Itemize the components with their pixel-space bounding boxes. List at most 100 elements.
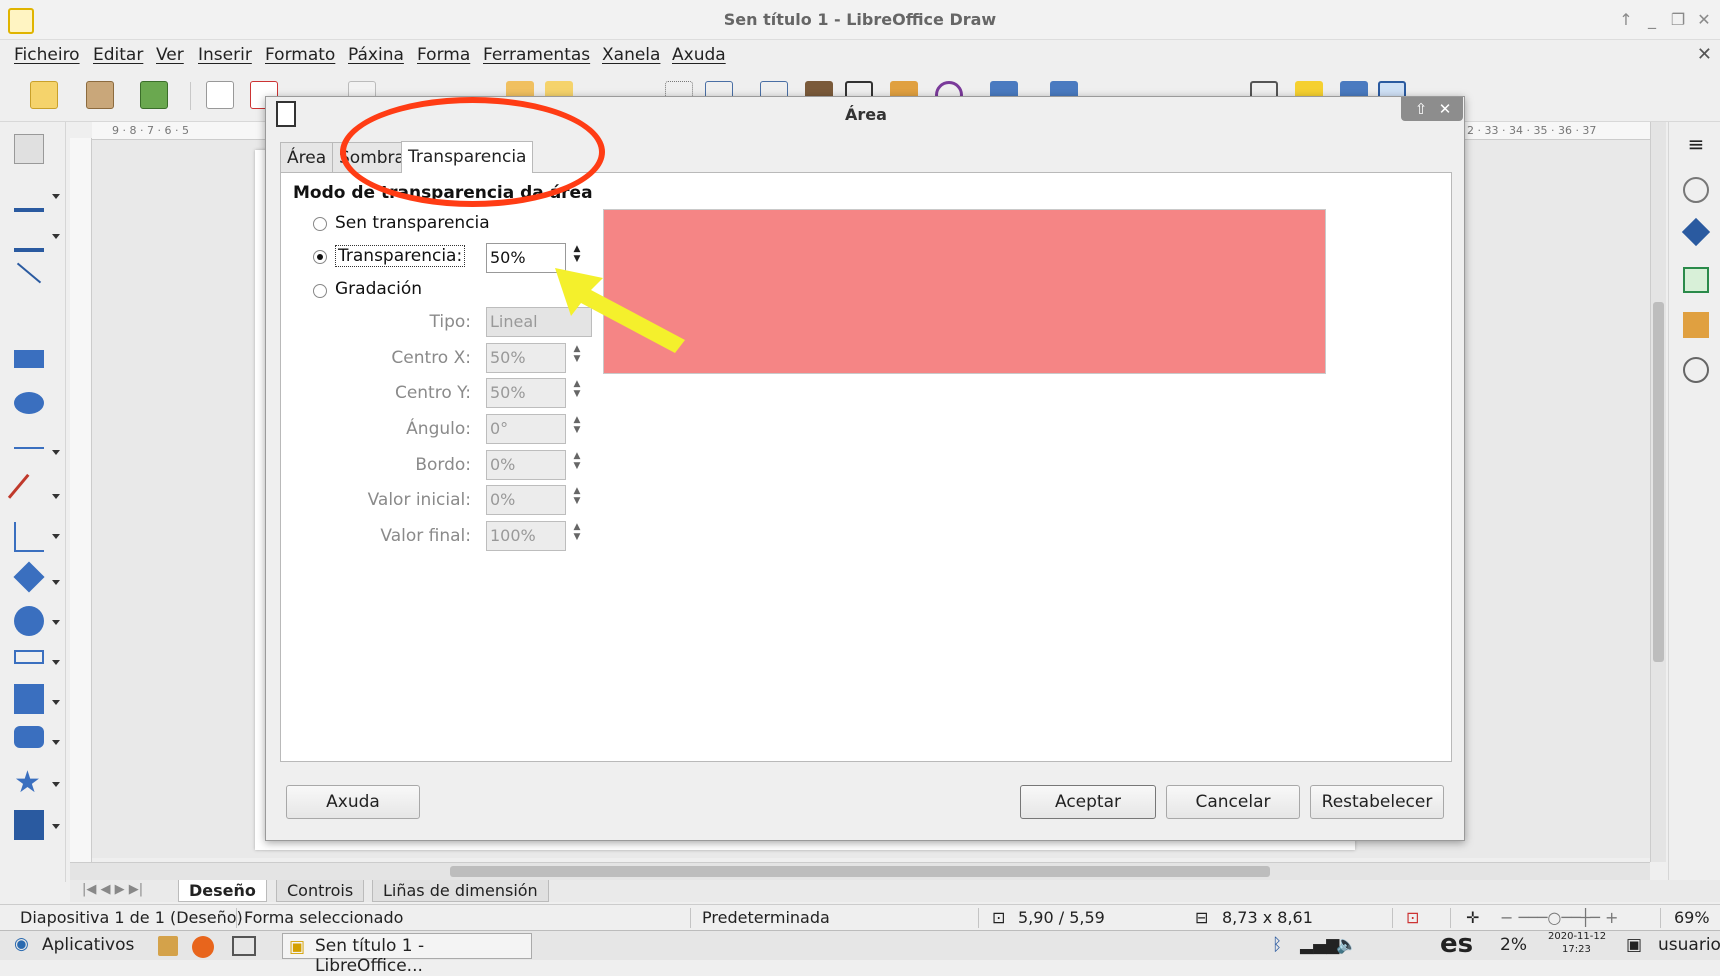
- tab-dimension-lines[interactable]: Liñas de dimensión: [372, 880, 549, 902]
- tab-layout[interactable]: Deseño: [178, 880, 267, 902]
- cancel-button[interactable]: Cancelar: [1166, 785, 1300, 819]
- label-gradient[interactable]: Gradación: [335, 279, 422, 299]
- callouts-icon[interactable]: [14, 726, 44, 748]
- properties-icon[interactable]: [1683, 177, 1709, 203]
- vertical-scrollbar[interactable]: [1650, 122, 1666, 862]
- ellipse-tool-icon[interactable]: [14, 392, 44, 414]
- clock-time[interactable]: 17:23: [1562, 944, 1591, 955]
- status-bar: Diapositiva 1 de 1 (Deseño) Forma selecc…: [0, 904, 1720, 930]
- styles-icon[interactable]: [1683, 267, 1709, 293]
- end-value-spinner[interactable]: ▲ ▼: [571, 522, 583, 550]
- user-icon[interactable]: ▣: [1626, 935, 1642, 955]
- transparency-preview: [603, 209, 1326, 374]
- minimize-icon[interactable]: _: [1642, 10, 1662, 30]
- menu-file[interactable]: Ficheiro: [14, 45, 80, 65]
- border-field[interactable]: 0%: [486, 450, 566, 480]
- window-up-icon[interactable]: ↑: [1616, 10, 1636, 30]
- 3d-objects-icon[interactable]: [14, 810, 44, 840]
- menu-format[interactable]: Formato: [265, 45, 335, 65]
- label-border: Bordo:: [415, 455, 471, 475]
- shapes-deck-icon[interactable]: [1681, 217, 1711, 247]
- menu-edit[interactable]: Editar: [93, 45, 143, 65]
- user-name[interactable]: usuario: [1658, 935, 1720, 955]
- label-center-y: Centro Y:: [394, 383, 471, 403]
- zoom-slider[interactable]: − ───○──┼─ +: [1500, 908, 1618, 927]
- text-editor-icon[interactable]: [232, 936, 256, 956]
- label-no-transparency[interactable]: Sen transparencia: [335, 213, 490, 233]
- reset-button[interactable]: Restabelecer: [1310, 785, 1444, 819]
- menu-tools[interactable]: Ferramentas: [483, 45, 590, 65]
- save-icon[interactable]: [140, 81, 168, 109]
- block-arrows-icon[interactable]: [14, 650, 44, 664]
- rectangle-tool-icon[interactable]: [14, 350, 44, 368]
- status-selection: Forma seleccionado: [244, 908, 404, 927]
- gallery-icon[interactable]: [1683, 312, 1709, 338]
- tab-transparency[interactable]: Transparencia: [401, 141, 534, 173]
- sidebar-menu-icon[interactable]: ≡: [1683, 132, 1709, 158]
- apps-menu-icon[interactable]: ◉: [14, 934, 29, 954]
- line-tool-icon[interactable]: [16, 262, 42, 284]
- doc-modified-icon[interactable]: ⊡: [1406, 908, 1419, 927]
- connector-icon[interactable]: [14, 522, 44, 552]
- menu-page[interactable]: Páxina: [348, 45, 404, 65]
- tab-controls[interactable]: Controis: [276, 880, 365, 902]
- curve-tool-icon[interactable]: [7, 473, 51, 517]
- dialog-roll-up-icon[interactable]: ⇧: [1411, 99, 1431, 119]
- menu-view[interactable]: Ver: [156, 45, 184, 65]
- label-center-x: Centro X:: [391, 348, 471, 368]
- horizontal-scrollbar[interactable]: [70, 862, 1650, 880]
- help-button[interactable]: Axuda: [286, 785, 420, 819]
- end-value-field[interactable]: 100%: [486, 521, 566, 551]
- ok-button[interactable]: Aceptar: [1020, 785, 1156, 819]
- firefox-icon[interactable]: [192, 936, 214, 958]
- border-spinner[interactable]: ▲ ▼: [571, 451, 583, 479]
- start-value-spinner[interactable]: ▲ ▼: [571, 486, 583, 514]
- dialog-close-icon[interactable]: ✕: [1435, 99, 1455, 119]
- tab-nav-icon[interactable]: |◀ ◀ ▶ ▶|: [82, 882, 143, 897]
- navigator-icon[interactable]: [1683, 357, 1709, 383]
- taskbar-window-button[interactable]: ▣ Sen título 1 - LibreOffice...: [282, 933, 532, 976]
- center-y-spinner[interactable]: ▲ ▼: [571, 379, 583, 407]
- menu-shape[interactable]: Forma: [417, 45, 470, 65]
- menu-window[interactable]: Xanela: [602, 45, 660, 65]
- radio-gradient[interactable]: [313, 284, 327, 298]
- symbol-shapes-icon[interactable]: [14, 606, 44, 636]
- menu-help[interactable]: Axuda: [672, 45, 726, 65]
- tab-area[interactable]: Área: [280, 142, 334, 172]
- arrow-line-icon[interactable]: [14, 447, 44, 449]
- fill-color-icon[interactable]: [14, 222, 44, 252]
- radio-transparency[interactable]: [313, 250, 327, 264]
- export-icon[interactable]: [206, 81, 234, 109]
- center-x-field[interactable]: 50%: [486, 343, 566, 373]
- keyboard-layout[interactable]: es: [1440, 929, 1473, 959]
- radio-no-transparency[interactable]: [313, 217, 327, 231]
- close-document-icon[interactable]: ✕: [1697, 44, 1712, 65]
- basic-shapes-icon[interactable]: [13, 561, 45, 593]
- open-folder-icon[interactable]: [86, 81, 114, 109]
- label-transparency[interactable]: Transparencia:: [335, 245, 466, 267]
- select-arrow-icon[interactable]: [14, 134, 44, 164]
- network-icon[interactable]: ▂▄▆: [1300, 935, 1339, 955]
- center-y-field[interactable]: 50%: [486, 378, 566, 408]
- flowchart-icon[interactable]: [14, 684, 44, 714]
- angle-spinner[interactable]: ▲ ▼: [571, 415, 583, 443]
- file-manager-icon[interactable]: [158, 936, 178, 956]
- apps-menu-label[interactable]: Aplicativos: [42, 935, 134, 955]
- maximize-icon[interactable]: ❐: [1668, 10, 1688, 30]
- transparency-value-field[interactable]: 50%: [486, 243, 566, 273]
- clock-date[interactable]: 2020-11-12: [1548, 931, 1606, 942]
- new-document-icon[interactable]: [30, 81, 58, 109]
- line-color-icon[interactable]: [14, 182, 44, 212]
- fit-page-icon[interactable]: ✛: [1466, 908, 1479, 927]
- menu-insert[interactable]: Inserir: [198, 45, 252, 65]
- start-value-field[interactable]: 0%: [486, 485, 566, 515]
- status-zoom[interactable]: 69%: [1674, 908, 1710, 927]
- bluetooth-icon[interactable]: ᛒ: [1272, 935, 1282, 955]
- angle-field[interactable]: 0°: [486, 414, 566, 444]
- window-titlebar: Sen título 1 - LibreOffice Draw ↑ _ ❐ ✕: [0, 0, 1720, 40]
- close-icon[interactable]: ✕: [1694, 10, 1714, 30]
- label-end-value: Valor final:: [380, 526, 471, 546]
- volume-icon[interactable]: 🔈: [1336, 935, 1357, 955]
- battery-level[interactable]: 2%: [1500, 935, 1527, 955]
- stars-icon[interactable]: ★: [14, 768, 44, 798]
